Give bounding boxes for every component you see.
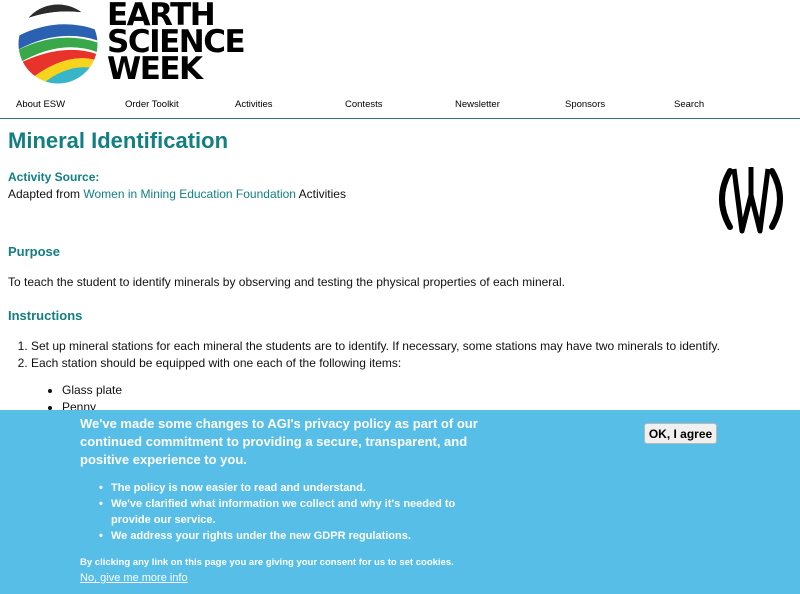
main-nav: About ESW Order Toolkit Activities Conte…: [0, 97, 800, 119]
list-item: The policy is now easier to read and und…: [99, 480, 471, 496]
activity-source-label: Activity Source:: [8, 170, 100, 184]
nav-item-contests[interactable]: Contests: [345, 99, 383, 110]
consent-text: By clicking any link on this page you ar…: [80, 557, 454, 568]
site-header: EARTH SCIENCE WEEK: [0, 0, 800, 92]
logo-line-week: WEEK: [107, 51, 203, 87]
purpose-text: To teach the student to identify mineral…: [8, 275, 565, 289]
nav-item-about-esw[interactable]: About ESW: [16, 99, 65, 110]
source-link[interactable]: Women in Mining Education Foundation: [83, 187, 296, 201]
list-item: Each station should be equipped with one…: [31, 356, 720, 370]
privacy-banner-title: We've made some changes to AGI's privacy…: [80, 416, 478, 467]
earth-science-week-logo-icon[interactable]: [14, 2, 102, 86]
list-item: We address your rights under the new GDP…: [99, 528, 471, 544]
site-logo-wordmark[interactable]: EARTH SCIENCE WEEK: [107, 0, 246, 87]
wim-logo-icon: [719, 167, 783, 234]
activity-source-line: Adapted from Women in Mining Education F…: [8, 187, 792, 201]
purpose-heading: Purpose: [8, 244, 61, 259]
list-item: Set up mineral stations for each mineral…: [31, 339, 720, 353]
source-suffix: Activities: [298, 187, 346, 201]
nav-item-search[interactable]: Search: [674, 99, 704, 110]
source-prefix: Adapted from: [8, 187, 81, 201]
list-item: Glass plate: [62, 383, 122, 397]
instructions-list: Set up mineral stations for each mineral…: [31, 339, 720, 373]
nav-item-order-toolkit[interactable]: Order Toolkit: [125, 99, 179, 110]
privacy-banner: We've made some changes to AGI's privacy…: [0, 410, 800, 594]
nav-item-sponsors[interactable]: Sponsors: [565, 99, 605, 110]
main-content: Mineral Identification Activity Source: …: [8, 128, 792, 201]
nav-item-newsletter[interactable]: Newsletter: [455, 99, 500, 110]
nav-item-activities[interactable]: Activities: [235, 99, 272, 110]
list-item: We've clarified what information we coll…: [99, 496, 471, 528]
agree-button[interactable]: OK, I agree: [644, 423, 717, 444]
more-info-link[interactable]: No, give me more info: [80, 572, 188, 584]
privacy-points-list: The policy is now easier to read and und…: [99, 480, 471, 544]
instructions-heading: Instructions: [8, 308, 83, 323]
page-title: Mineral Identification: [8, 128, 229, 153]
